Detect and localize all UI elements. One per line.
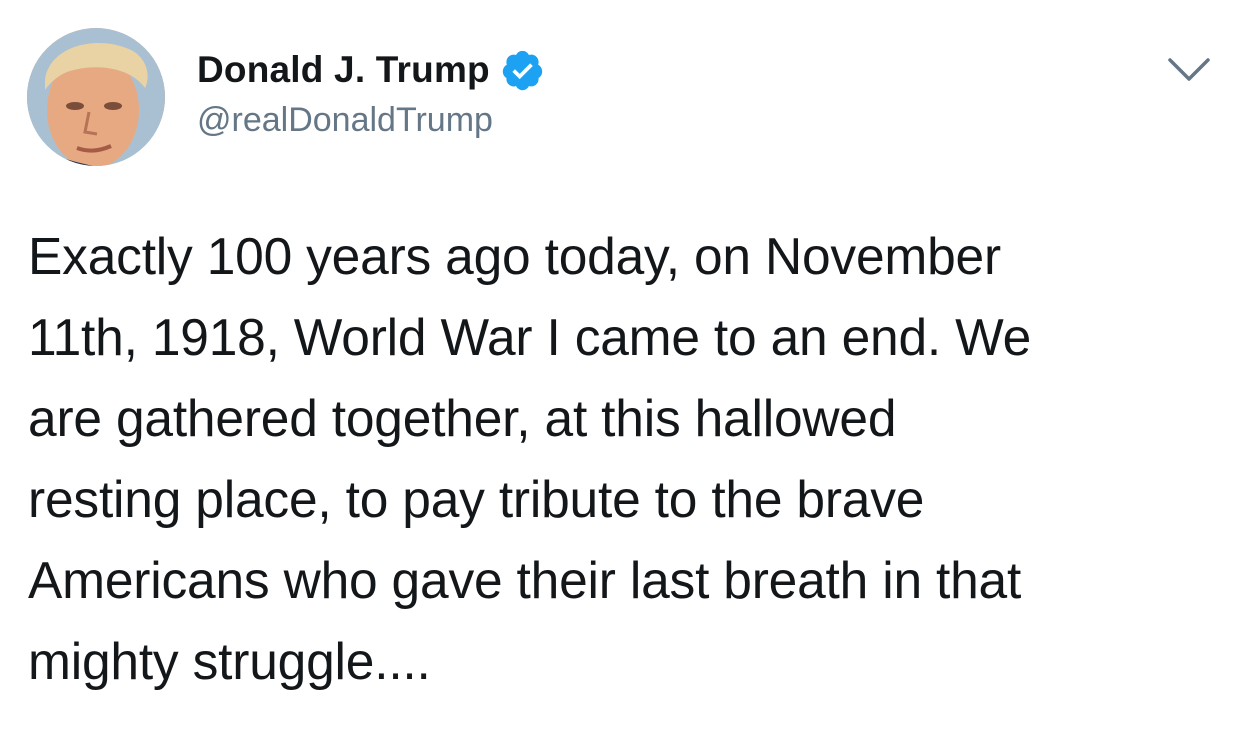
- chevron-down-icon[interactable]: [1167, 54, 1211, 84]
- author-display-name[interactable]: Donald J. Trump: [197, 49, 490, 91]
- author-info: Donald J. Trump @realDonaldTrump: [197, 44, 545, 140]
- avatar-image: [27, 28, 165, 166]
- tweet-text: Exactly 100 years ago today, on November…: [28, 227, 1032, 690]
- verified-badge-icon: [500, 48, 545, 93]
- author-name-row: Donald J. Trump: [197, 44, 545, 96]
- author-handle[interactable]: @realDonaldTrump: [197, 101, 545, 140]
- author-avatar[interactable]: [27, 28, 165, 166]
- tweet-card: Donald J. Trump @realDonaldTrump Exactly…: [0, 0, 1242, 732]
